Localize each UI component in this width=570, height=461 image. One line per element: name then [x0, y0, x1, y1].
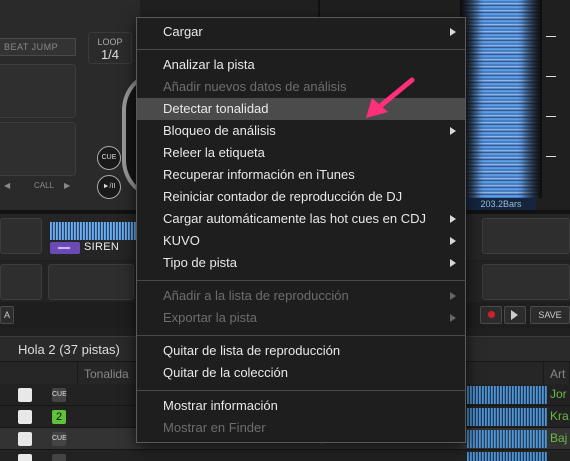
call-controls: ◀ CALL ▶ — [0, 180, 80, 194]
track-file-icon — [18, 432, 32, 446]
menu-item-label: Exportar la pista — [163, 310, 257, 325]
track-name: SIREN — [84, 241, 120, 253]
annotation-arrow-icon — [366, 77, 415, 118]
menu-item-label: Mostrar información — [163, 398, 278, 413]
track-file-icon — [18, 410, 32, 424]
beat-marker — [546, 156, 556, 157]
record-icon — [488, 311, 495, 318]
submenu-arrow-icon — [450, 314, 456, 322]
loop-value: 1/4 — [100, 47, 120, 62]
cue-badge: 2 — [52, 410, 66, 424]
pad[interactable] — [48, 264, 134, 300]
track-waveform — [467, 386, 547, 404]
menu-item-label: Analizar la pista — [163, 57, 255, 72]
menu-item-label: KUVO — [163, 233, 200, 248]
submenu-arrow-icon — [450, 237, 456, 245]
pad[interactable] — [0, 264, 42, 300]
menu-item-label: Releer la etiqueta — [163, 145, 265, 160]
menu-separator — [137, 335, 465, 336]
loop-button[interactable]: LOOP 1/4 — [88, 32, 132, 64]
play-icon — [511, 310, 518, 320]
track-file-icon — [18, 454, 32, 461]
menu-item[interactable]: Cargar automáticamente las hot cues en C… — [137, 208, 465, 230]
menu-item[interactable]: Analizar la pista — [137, 54, 465, 76]
menu-item-label: Detectar tonalidad — [163, 101, 269, 116]
track-waveform — [467, 452, 547, 461]
cue-badge: CUE — [52, 388, 67, 402]
track-color-badge — [50, 242, 80, 254]
cue-badge: CUE — [52, 432, 67, 446]
menu-item-label: Añadir a la lista de reproducción — [163, 288, 349, 303]
menu-item[interactable]: Reiniciar contador de reproducción de DJ — [137, 186, 465, 208]
menu-item[interactable]: KUVO — [137, 230, 465, 252]
menu-item-label: Bloqueo de análisis — [163, 123, 276, 138]
loop-label: LOOP — [97, 37, 123, 47]
playlist-title: Hola 2 (37 pistas) — [18, 342, 120, 357]
submenu-arrow-icon — [450, 127, 456, 135]
menu-item: Añadir a la lista de reproducción — [137, 285, 465, 307]
waveform-shade — [460, 0, 542, 198]
hot-cue-pad[interactable] — [0, 122, 76, 176]
beat-marker — [546, 36, 556, 37]
menu-item-label: Añadir nuevos datos de análisis — [163, 79, 347, 94]
save-button[interactable]: SAVE — [530, 306, 570, 324]
track-artist: Jor — [550, 387, 567, 401]
menu-separator — [137, 280, 465, 281]
beat-marker — [546, 76, 556, 77]
bars-counter: 203.2Bars — [466, 198, 536, 210]
menu-item-label: Cargar automáticamente las hot cues en C… — [163, 211, 427, 226]
deck-strip-slot[interactable] — [482, 218, 570, 254]
menu-item[interactable]: Quitar de la colección — [137, 362, 465, 384]
menu-item-label: Cargar — [163, 24, 203, 39]
submenu-arrow-icon — [450, 259, 456, 267]
beat-jump-label: BEAT JUMP — [0, 38, 76, 56]
track-file-icon — [18, 388, 32, 402]
call-next-icon[interactable]: ▶ — [64, 181, 70, 190]
menu-item-label: Quitar de la colección — [163, 365, 289, 380]
a-button[interactable]: A — [0, 306, 14, 324]
play-pause-button[interactable]: ►/II — [97, 175, 121, 199]
track-mini-waveform — [50, 222, 136, 240]
menu-item-label: Quitar de lista de reproducción — [163, 343, 341, 358]
menu-item: Mostrar en Finder — [137, 417, 465, 439]
track-waveform — [467, 408, 547, 426]
menu-item[interactable]: Releer la etiqueta — [137, 142, 465, 164]
cue-button[interactable]: CUE — [97, 146, 121, 170]
menu-item-label: Tipo de pista — [163, 255, 237, 270]
menu-item-label: Reiniciar contador de reproducción de DJ — [163, 189, 403, 204]
column-header-artist[interactable]: Art — [544, 362, 570, 384]
menu-item[interactable]: Bloqueo de análisis — [137, 120, 465, 142]
menu-separator — [137, 390, 465, 391]
track-waveform — [467, 430, 547, 448]
beat-marker — [546, 116, 556, 117]
menu-item-label: Recuperar información en iTunes — [163, 167, 355, 182]
submenu-arrow-icon — [450, 215, 456, 223]
call-prev-icon[interactable]: ◀ — [4, 181, 10, 190]
menu-item[interactable]: Cargar — [137, 21, 465, 43]
hot-cue-pad[interactable] — [0, 64, 76, 118]
menu-item: Exportar la pista — [137, 307, 465, 329]
call-label: CALL — [34, 181, 55, 190]
column-header-icons[interactable] — [0, 362, 78, 384]
menu-item-label: Mostrar en Finder — [163, 420, 266, 435]
menu-separator — [137, 49, 465, 50]
deck-strip-slot[interactable] — [0, 218, 42, 254]
pad[interactable] — [482, 264, 570, 300]
menu-item[interactable]: Mostrar información — [137, 395, 465, 417]
submenu-arrow-icon — [450, 28, 456, 36]
submenu-arrow-icon — [450, 292, 456, 300]
track-artist: Baj — [550, 431, 568, 445]
menu-item[interactable]: Tipo de pista — [137, 252, 465, 274]
menu-item[interactable]: Recuperar información en iTunes — [137, 164, 465, 186]
track-artist: Kra — [550, 409, 569, 423]
menu-item[interactable]: Quitar de lista de reproducción — [137, 340, 465, 362]
cue-badge — [52, 454, 66, 461]
